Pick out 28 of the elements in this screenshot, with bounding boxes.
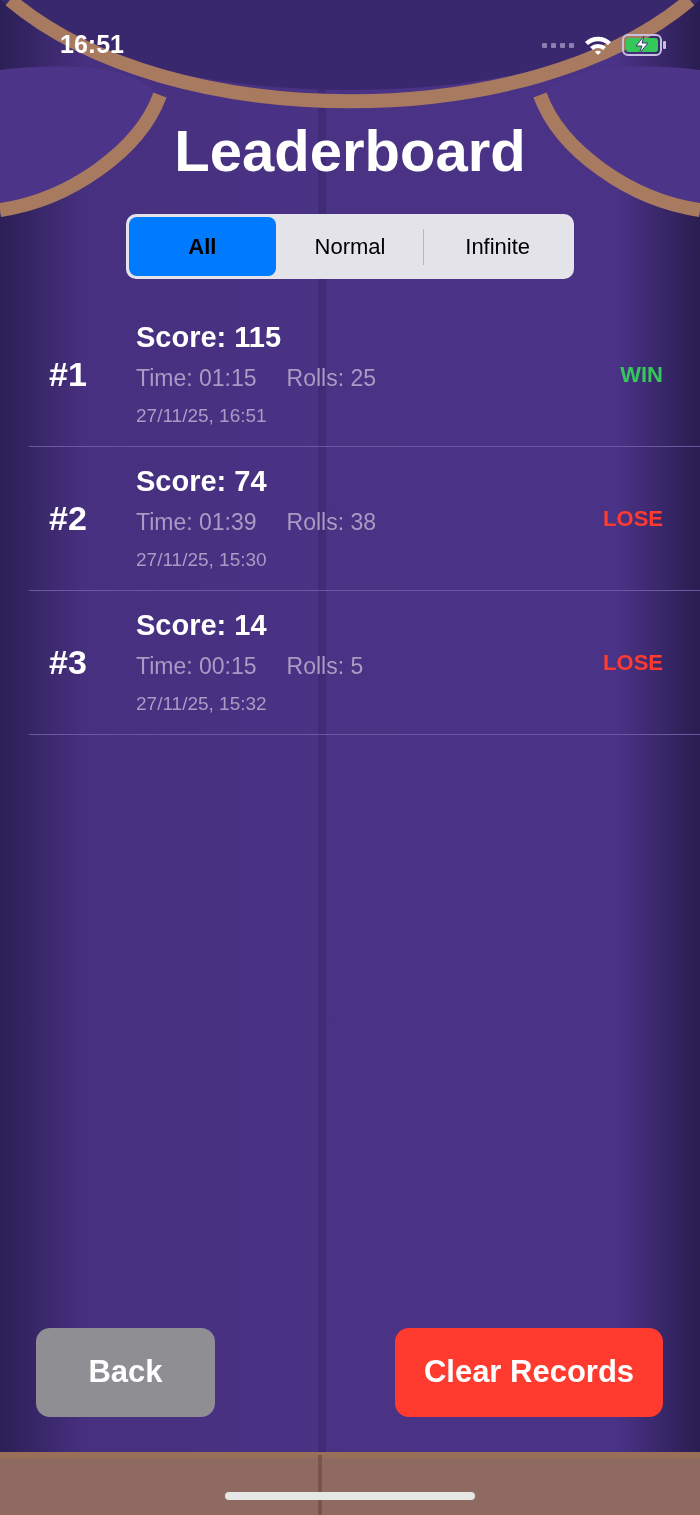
score-text: Score: 115 bbox=[136, 320, 283, 355]
battery-icon bbox=[622, 34, 666, 56]
date-text: 27/11/25, 15:30 bbox=[136, 547, 268, 572]
rank-number: #3 bbox=[48, 642, 88, 683]
segment-tab[interactable]: Normal bbox=[276, 217, 424, 276]
date-text: 27/11/25, 15:32 bbox=[136, 691, 268, 716]
result-label: LOSE bbox=[603, 649, 663, 677]
rank-number: #2 bbox=[48, 498, 88, 539]
status-time: 16:51 bbox=[60, 29, 124, 61]
signal-icon bbox=[542, 41, 574, 49]
back-button[interactable]: Back bbox=[36, 1328, 215, 1417]
wifi-icon bbox=[584, 35, 612, 55]
date-text: 27/11/25, 16:51 bbox=[136, 403, 268, 428]
rolls-text: Rolls: 25 bbox=[286, 364, 377, 393]
rolls-text: Rolls: 5 bbox=[286, 652, 364, 681]
rolls-text: Rolls: 38 bbox=[286, 508, 377, 537]
result-label: LOSE bbox=[603, 505, 663, 533]
segment-tab[interactable]: Infinite bbox=[424, 217, 571, 276]
time-text: Time: 00:15 bbox=[136, 652, 257, 681]
segment-tab[interactable]: All bbox=[129, 217, 276, 276]
clear-records-button[interactable]: Clear Records bbox=[395, 1328, 663, 1417]
score-text: Score: 14 bbox=[136, 608, 268, 643]
time-text: Time: 01:39 bbox=[136, 508, 257, 537]
result-label: WIN bbox=[620, 361, 663, 389]
page-title: Leaderboard bbox=[174, 122, 526, 180]
score-text: Score: 74 bbox=[136, 464, 268, 499]
time-text: Time: 01:15 bbox=[136, 364, 257, 393]
rank-number: #1 bbox=[48, 354, 88, 395]
